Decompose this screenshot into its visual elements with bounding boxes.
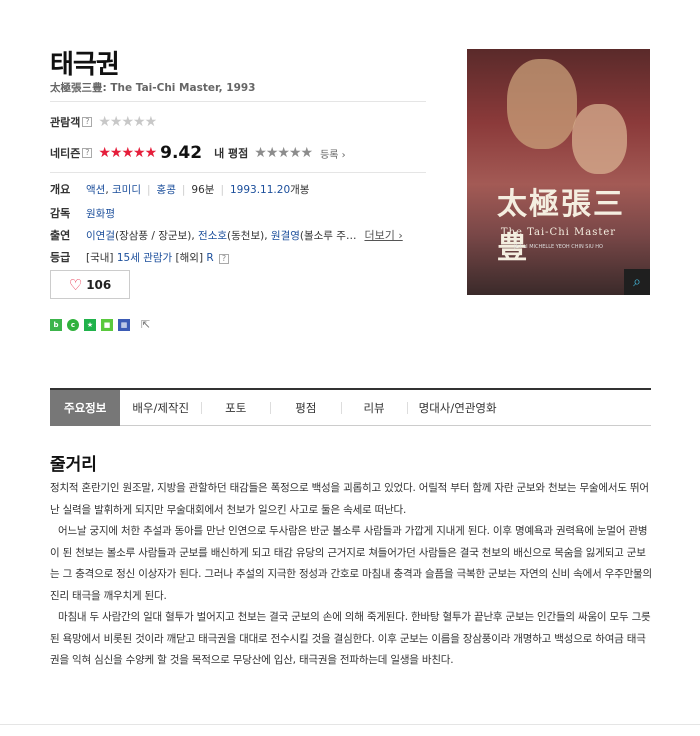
tab-review[interactable]: 리뷰 bbox=[341, 390, 406, 426]
synopsis-paragraph: 마침내 두 사람간의 일대 혈투가 벌어지고 천보는 결국 군보의 손에 의해 … bbox=[50, 611, 651, 666]
bookmark-share-icon[interactable]: ★ bbox=[84, 319, 96, 331]
netizen-score: 9.42 bbox=[160, 143, 203, 163]
poster-english-title: The Tai-Chi Master bbox=[500, 227, 617, 238]
separator: | bbox=[220, 183, 224, 196]
tab-rating[interactable]: 평점 bbox=[270, 390, 341, 426]
help-icon[interactable]: ? bbox=[82, 148, 93, 158]
register-rating-link[interactable]: 등록 › bbox=[320, 146, 346, 161]
country-link[interactable]: 홍콩 bbox=[157, 184, 176, 196]
divider bbox=[50, 101, 426, 102]
tab-bar: 주요정보 배우/제작진 포토 평점 리뷰 명대사/연관영화 bbox=[50, 388, 651, 426]
divider bbox=[0, 724, 700, 725]
cast-link[interactable]: 이연걸 bbox=[86, 230, 115, 242]
poster-credits: JET LI MICHELLE YEOH CHIN SIU HO bbox=[514, 244, 603, 250]
heart-icon: ♡ bbox=[68, 275, 83, 294]
movie-poster[interactable]: 太極張三豊 The Tai-Chi Master JET LI MICHELLE… bbox=[467, 49, 650, 295]
help-icon[interactable]: ? bbox=[219, 253, 230, 264]
magnifier-icon[interactable]: ⌕ bbox=[624, 269, 650, 295]
tab-main-info[interactable]: 주요정보 bbox=[50, 389, 121, 426]
grade-values: [국내] 15세 관람가 [해외] R ? bbox=[86, 250, 230, 265]
grade-foreign-label: [해외] bbox=[175, 251, 204, 264]
like-button[interactable]: ♡ 106 bbox=[50, 270, 130, 299]
separator: | bbox=[181, 183, 186, 196]
divider bbox=[50, 172, 426, 173]
poster-figure bbox=[507, 59, 577, 149]
calendar-share-icon[interactable]: ▦ bbox=[118, 319, 130, 331]
grade-domestic-link[interactable]: 15세 관람가 bbox=[117, 252, 172, 264]
synopsis-heading: 줄거리 bbox=[50, 455, 97, 475]
like-count: 106 bbox=[86, 277, 112, 292]
grade-domestic-label: [국내] bbox=[86, 251, 114, 264]
audience-rating-row: 관람객 ? ★★★★★ bbox=[50, 114, 157, 130]
cast-role: (장삼풍 / 장군보) bbox=[114, 229, 192, 242]
genre-link[interactable]: 코미디 bbox=[112, 184, 141, 196]
my-rating-stars[interactable]: ★★★★★ bbox=[254, 145, 313, 161]
director-row: 감독 원화평 bbox=[50, 205, 115, 221]
cast-role: (볼소루 주… bbox=[299, 229, 357, 242]
release-suffix: 개봉 bbox=[290, 183, 310, 196]
tab-photo[interactable]: 포토 bbox=[201, 390, 270, 426]
overview-values: 액션, 코미디 | 홍콩 | 96분 | 1993.11.20개봉 bbox=[86, 182, 309, 197]
grade-label: 등급 bbox=[50, 251, 71, 264]
tab-quotes-related[interactable]: 명대사/연관영화 bbox=[406, 390, 509, 426]
grade-foreign-link[interactable]: R bbox=[206, 252, 213, 264]
overview-row: 개요 액션, 코미디 | 홍콩 | 96분 | 1993.11.20개봉 bbox=[50, 181, 309, 197]
cast-label: 출연 bbox=[50, 229, 71, 242]
cast-more-link[interactable]: 더보기 › bbox=[364, 227, 402, 243]
share-icon[interactable]: ⇱ bbox=[141, 319, 155, 331]
director-link[interactable]: 원화평 bbox=[86, 206, 115, 221]
band-share-icon[interactable]: ■ bbox=[101, 319, 113, 331]
synopsis-paragraph: 정치적 혼란기인 원조말, 지방을 관할하던 태감들은 폭정으로 백성을 괴롭히… bbox=[50, 482, 649, 516]
runtime: 96분 bbox=[191, 183, 215, 196]
synopsis-body: 정치적 혼란기인 원조말, 지방을 관할하던 태감들은 폭정으로 백성을 괴롭히… bbox=[50, 478, 654, 672]
cast-role: (동천보) bbox=[227, 229, 265, 242]
netizen-rating-row: 네티즌 ? ★★★★★ 9.42 내 평점 ★★★★★ 등록 › bbox=[50, 143, 346, 163]
cast-link[interactable]: 원결영 bbox=[271, 230, 300, 242]
my-rating-label: 내 평점 bbox=[214, 147, 249, 160]
audience-stars: ★★★★★ bbox=[98, 114, 157, 130]
cast-row: 출연 이연걸(장삼풍 / 장군보), 전소호(동천보), 원결영(볼소루 주… … bbox=[50, 227, 403, 243]
rating-grade-row: 등급 [국내] 15세 관람가 [해외] R ? bbox=[50, 249, 230, 265]
movie-subtitle: 太極張三豊: The Tai-Chi Master, 1993 bbox=[50, 82, 256, 94]
synopsis-paragraph: 어느날 궁지에 처한 추설과 동아를 만난 인연으로 두사람은 반군 볼소루 사… bbox=[50, 525, 652, 602]
cast-values: 이연걸(장삼풍 / 장군보), 전소호(동천보), 원결영(볼소루 주… bbox=[86, 229, 357, 242]
movie-title: 태극권 bbox=[50, 50, 120, 80]
cast-link[interactable]: 전소호 bbox=[198, 230, 227, 242]
release-date-link[interactable]: 1993.11.20 bbox=[230, 184, 290, 196]
separator: | bbox=[147, 183, 151, 196]
cafe-share-icon[interactable]: c bbox=[67, 319, 79, 331]
poster-title: 太極張三豊 bbox=[497, 187, 625, 266]
genre-separator: , bbox=[105, 183, 109, 196]
overview-label: 개요 bbox=[50, 183, 71, 196]
netizen-rating-label: 네티즌 bbox=[50, 147, 81, 160]
blog-share-icon[interactable]: b bbox=[50, 319, 62, 331]
director-label: 감독 bbox=[50, 207, 71, 220]
help-icon[interactable]: ? bbox=[82, 117, 93, 127]
genre-link[interactable]: 액션 bbox=[86, 184, 105, 196]
tab-cast-crew[interactable]: 배우/제작진 bbox=[120, 390, 201, 426]
poster-figure bbox=[572, 104, 627, 174]
audience-rating-label: 관람객 bbox=[50, 116, 81, 129]
netizen-stars: ★★★★★ bbox=[98, 145, 157, 161]
share-bar: b c ★ ■ ▦ ⇱ bbox=[50, 319, 155, 331]
